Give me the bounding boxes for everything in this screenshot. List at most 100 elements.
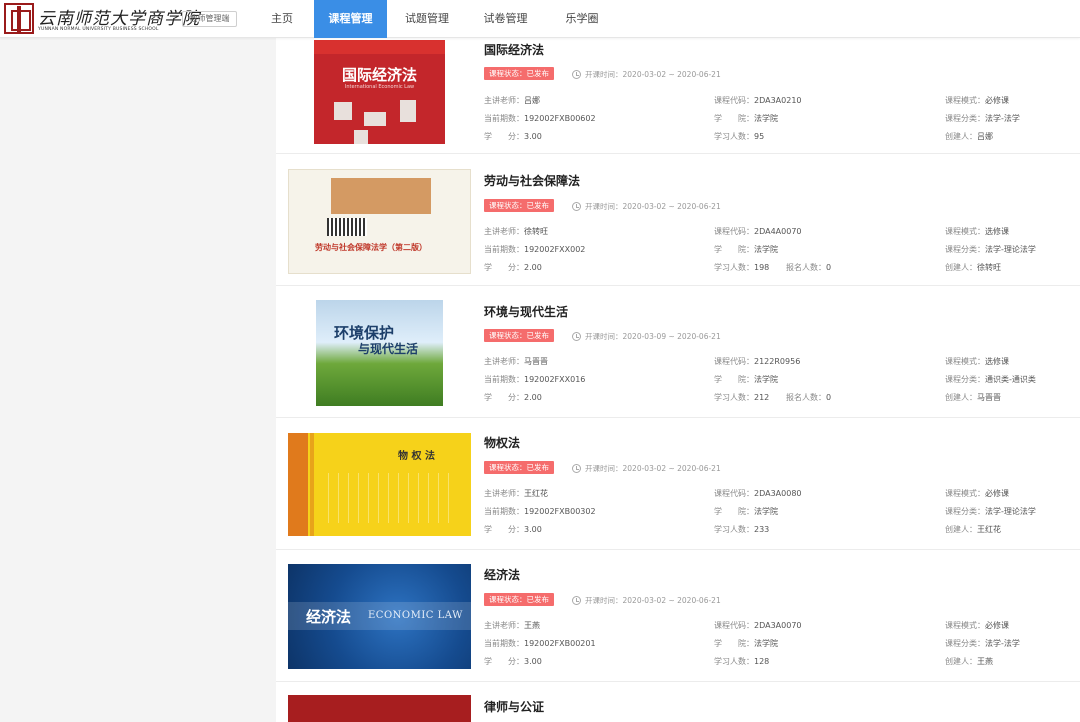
clock-icon [572,202,581,211]
course-card[interactable]: 物 权 法 物权法 课程状态：已发布 开课时间：2020-03-02 ~ 202… [276,419,1080,550]
main-nav: 主页 课程管理 试题管理 试卷管理 乐学圈 [250,0,620,38]
course-title[interactable]: 物权法 [484,434,520,451]
learners-value: 128 [754,657,770,666]
course-title[interactable]: 经济法 [484,566,520,583]
top-nav-bar: 云南师范大学商学院 YUNNAN NORMAL UNIVERSITY BUSIN… [0,0,1080,38]
learners-value: 198 [754,263,770,272]
cover-title: 经济法 [306,608,352,626]
qr-code-icon [327,218,367,236]
logo-english-name: YUNNAN NORMAL UNIVERSITY BUSINESS SCHOOL [38,27,159,32]
course-list: 国际经济法 International Economic Law 国际经济法 课… [276,38,1080,722]
college-value: 法学院 [754,245,778,254]
teacher-value: 马晋晋 [524,357,548,366]
course-date: 开课时间：2020-03-02 ~ 2020-06-21 [572,201,721,212]
learners-value: 233 [754,525,770,534]
code-value: 2DA3A0210 [754,96,802,105]
code-value: 2DA3A0080 [754,489,802,498]
mode-value: 必修课 [985,489,1009,498]
course-date: 开课时间：2020-03-02 ~ 2020-06-21 [572,69,721,80]
category-value: 通识类-通识类 [985,375,1036,384]
category-value: 法学-法学 [985,639,1020,648]
course-title[interactable]: 国际经济法 [484,41,544,58]
enrolled-value: 0 [826,393,832,402]
course-cover[interactable]: 劳动与社会保障法学（第二版） [288,169,471,274]
status-badge: 课程状态：已发布 [484,67,554,80]
teacher-value: 王燕 [524,621,540,630]
nav-exam-management[interactable]: 试卷管理 [467,0,544,38]
credit-value: 3.00 [524,657,542,666]
course-date: 开课时间：2020-03-09 ~ 2020-06-21 [572,331,721,342]
college-value: 法学院 [754,639,778,648]
teacher-value: 徐转旺 [524,227,548,236]
term-value: 192002FXB00302 [524,507,596,516]
course-card[interactable]: 律师与公证 [276,683,1080,722]
nav-home[interactable]: 主页 [250,0,314,38]
creator-value: 马晋晋 [977,393,1001,402]
mode-value: 必修课 [985,96,1009,105]
credit-value: 2.00 [524,393,542,402]
learners-value: 95 [754,132,765,141]
mode-value: 选修课 [985,357,1009,366]
learners-value: 212 [754,393,770,402]
nav-question-management[interactable]: 试题管理 [387,0,467,38]
teacher-value: 王红花 [524,489,548,498]
term-value: 192002FXB00602 [524,114,596,123]
mode-value: 必修课 [985,621,1009,630]
logo-seal-icon [4,3,34,34]
nav-course-management[interactable]: 课程管理 [314,0,387,38]
cover-title: 国际经济法 [341,66,417,84]
college-value: 法学院 [754,507,778,516]
term-value: 192002FXB00201 [524,639,596,648]
course-date: 开课时间：2020-03-02 ~ 2020-06-21 [572,595,721,606]
code-value: 2DA3A0070 [754,621,802,630]
course-cover[interactable]: 经济法 ECONOMIC LAW [288,564,471,669]
creator-value: 徐转旺 [977,263,1001,272]
clock-icon [572,70,581,79]
course-title[interactable]: 环境与现代生活 [484,303,568,320]
status-badge: 课程状态：已发布 [484,199,554,212]
cover-subtitle: International Economic Law [344,84,415,90]
category-value: 法学-法学 [985,114,1020,123]
course-card[interactable]: 国际经济法 International Economic Law 国际经济法 课… [276,23,1080,154]
cover-title: 物 权 法 [398,451,435,462]
code-value: 2122R0956 [754,357,801,366]
credit-value: 3.00 [524,525,542,534]
course-cover[interactable]: 物 权 法 [288,433,471,536]
course-cover[interactable]: 环境保护 与现代生活 [316,300,443,406]
teacher-value: 吕娜 [524,96,540,105]
status-badge: 课程状态：已发布 [484,461,554,474]
credit-value: 3.00 [524,132,542,141]
creator-value: 吕娜 [977,132,993,141]
mode-value: 选修课 [985,227,1009,236]
creator-value: 王红花 [977,525,1001,534]
logo-chinese-name: 云南师范大学商学院 [38,9,200,29]
course-card[interactable]: 环境保护 与现代生活 环境与现代生活 课程状态：已发布 开课时间：2020-03… [276,287,1080,418]
clock-icon [572,464,581,473]
creator-value: 王燕 [977,657,993,666]
course-title[interactable]: 劳动与社会保障法 [484,172,580,189]
nav-learning-circle[interactable]: 乐学圈 [544,0,620,38]
credit-value: 2.00 [524,263,542,272]
cover-subtitle: ECONOMIC LAW [368,610,463,621]
clock-icon [572,596,581,605]
teacher-portal-button[interactable]: 教师管理端 [182,11,237,27]
status-badge: 课程状态：已发布 [484,593,554,606]
course-cover[interactable]: 国际经济法 International Economic Law [314,40,445,144]
clock-icon [572,332,581,341]
course-title[interactable]: 律师与公证 [484,698,544,715]
term-value: 192002FXX002 [524,245,586,254]
college-value: 法学院 [754,375,778,384]
school-logo[interactable]: 云南师范大学商学院 YUNNAN NORMAL UNIVERSITY BUSIN… [4,3,199,35]
category-value: 法学-理论法学 [985,245,1036,254]
course-card[interactable]: 劳动与社会保障法学（第二版） 劳动与社会保障法 课程状态：已发布 开课时间：20… [276,155,1080,286]
code-value: 2DA4A0070 [754,227,802,236]
term-value: 192002FXX016 [524,375,586,384]
course-card[interactable]: 经济法 ECONOMIC LAW 经济法 课程状态：已发布 开课时间：2020-… [276,551,1080,682]
status-badge: 课程状态：已发布 [484,329,554,342]
course-cover[interactable] [288,695,471,722]
cover-title: 劳动与社会保障法学（第二版） [315,243,427,252]
category-value: 法学-理论法学 [985,507,1036,516]
cover-subtitle: 与现代生活 [358,342,419,356]
college-value: 法学院 [754,114,778,123]
enrolled-value: 0 [826,263,832,272]
